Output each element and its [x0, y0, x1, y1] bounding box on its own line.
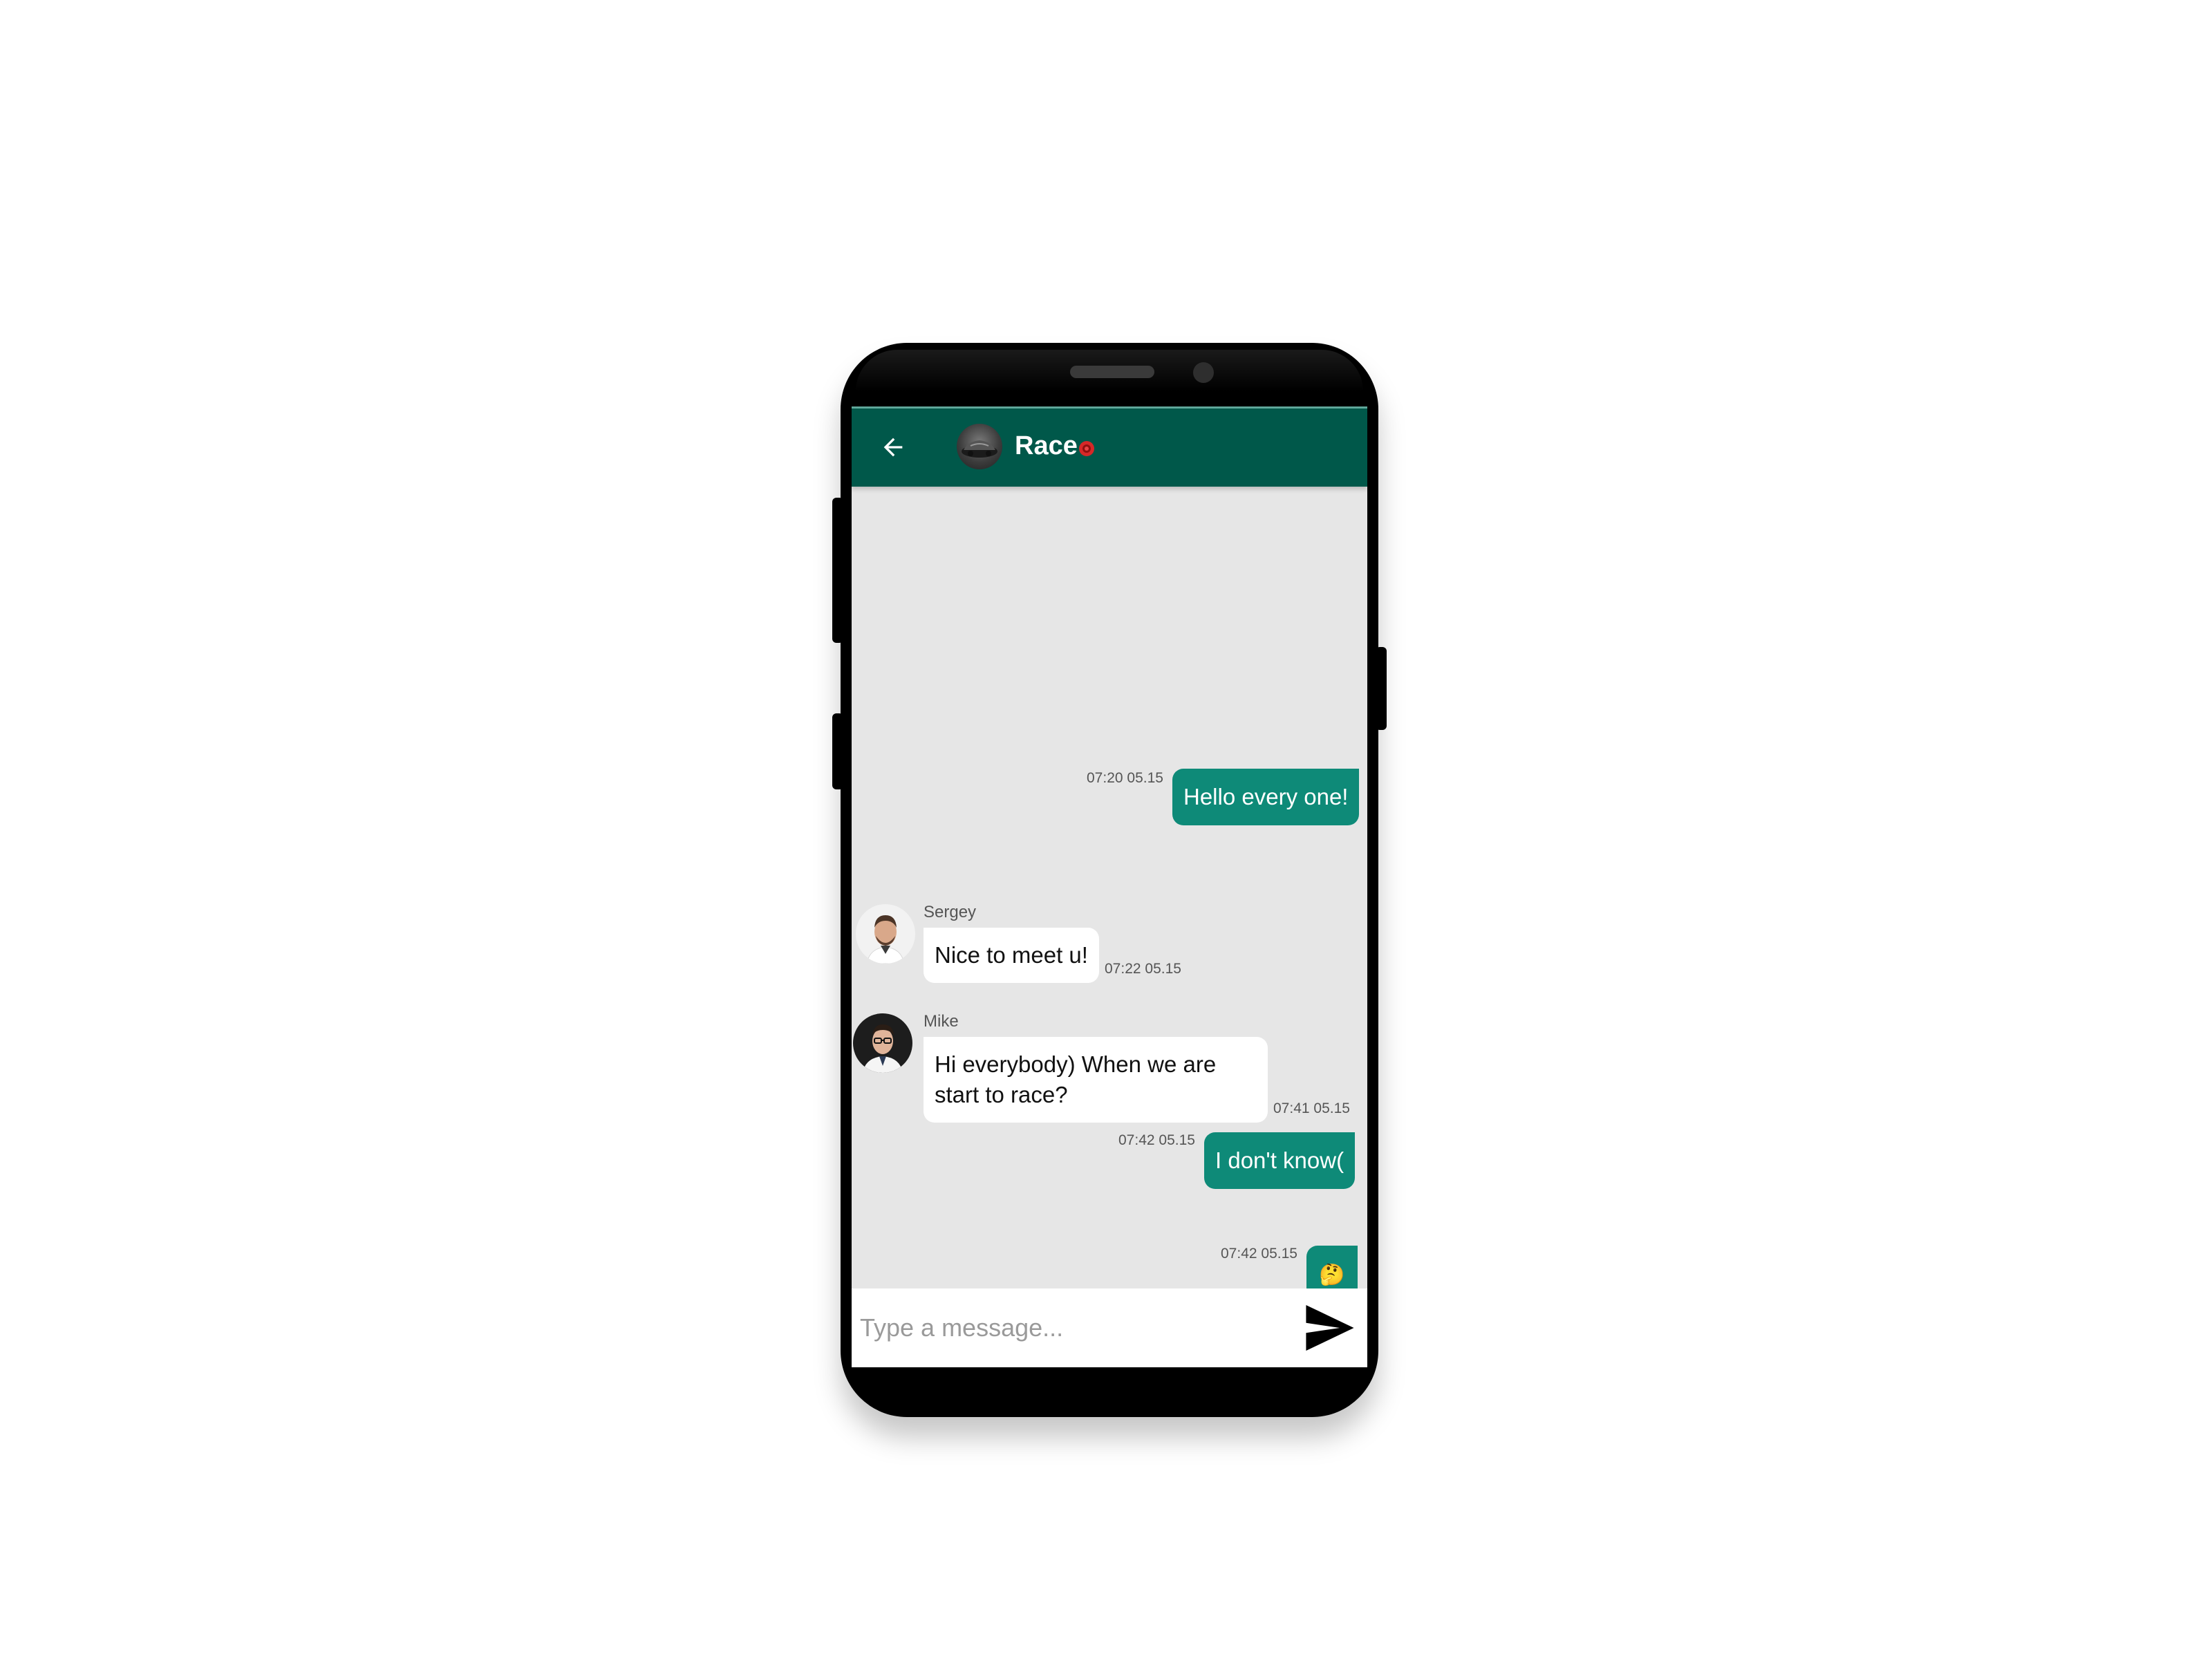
car-silhouette	[962, 440, 997, 458]
message-composer	[852, 1288, 1367, 1367]
chat-screen: Race 07:20 05.15 Hello every one! Sergey…	[852, 406, 1367, 1367]
message-list[interactable]: 07:20 05.15 Hello every one! Sergey Nice…	[852, 487, 1367, 1305]
phone-camera	[1193, 362, 1214, 383]
avatar-sergey[interactable]	[856, 904, 915, 964]
volume-down-button	[832, 713, 843, 789]
incoming-message[interactable]: Hi everybody) When we are start to race?	[924, 1037, 1268, 1123]
message-input[interactable]	[859, 1302, 1273, 1353]
person-avatar-icon	[856, 904, 915, 964]
message-time: 07:22 05.15	[1105, 961, 1181, 977]
chat-header: Race	[852, 406, 1367, 487]
chat-title[interactable]: Race	[1015, 428, 1078, 464]
phone-frame: Race 07:20 05.15 Hello every one! Sergey…	[832, 343, 1387, 1417]
message-time: 07:42 05.15	[1118, 1132, 1195, 1148]
sender-name: Sergey	[924, 903, 977, 921]
message-time: 07:42 05.15	[1221, 1246, 1297, 1262]
avatar-mike[interactable]	[853, 1013, 912, 1073]
send-button[interactable]	[1302, 1302, 1358, 1353]
person-avatar-icon	[853, 1013, 912, 1073]
message-time: 07:41 05.15	[1273, 1100, 1350, 1116]
phone-speaker	[1070, 366, 1154, 378]
sender-name: Mike	[924, 1012, 959, 1031]
outgoing-message[interactable]: I don't know(	[1204, 1132, 1356, 1189]
send-arrow-icon	[1306, 1305, 1354, 1351]
volume-up-button	[832, 498, 843, 643]
message-time: 07:20 05.15	[1087, 770, 1163, 786]
car-avatar-icon[interactable]	[957, 424, 1002, 469]
thinking-face-icon: 🤔	[1319, 1264, 1345, 1286]
red-dot-icon	[1079, 441, 1094, 456]
back-button[interactable]	[875, 429, 911, 465]
incoming-message[interactable]: Nice to meet u!	[924, 928, 1099, 983]
outgoing-message[interactable]: Hello every one!	[1172, 769, 1360, 825]
arrow-left-icon	[883, 438, 903, 457]
power-button	[1376, 647, 1387, 730]
